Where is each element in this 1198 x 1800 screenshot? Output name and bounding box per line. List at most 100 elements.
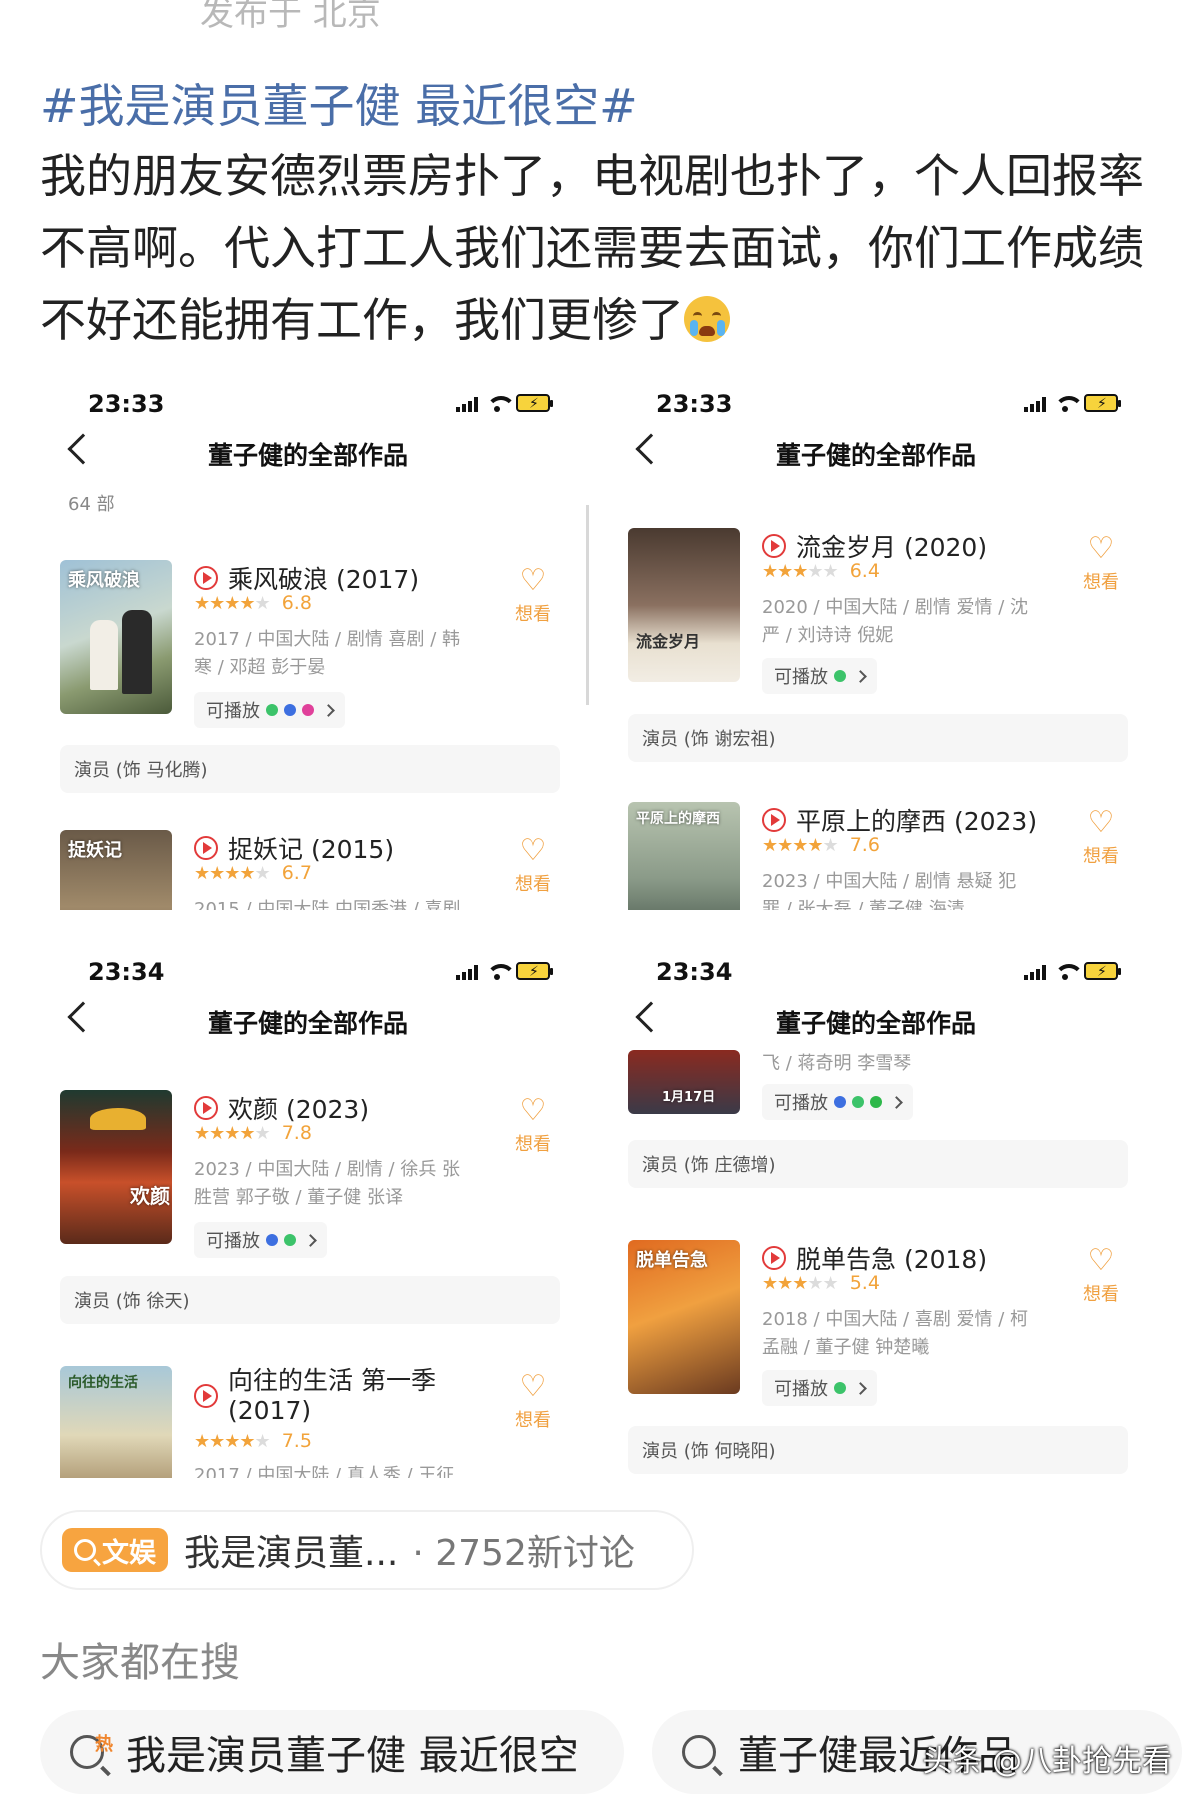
playable-button[interactable]: 可播放 (194, 692, 345, 728)
movie-meta: 2018 / 中国大陆 / 喜剧 爱情 / 柯孟融 / 董子健 钟楚曦 (762, 1309, 1029, 1358)
play-icon[interactable] (194, 836, 218, 860)
playable-button[interactable]: 可播放 (762, 658, 877, 694)
list-item[interactable]: 脱单告急 脱单告急 (2018) ★★★★★ 5.4 2018 / 中国大陆 /… (628, 1240, 1128, 1478)
screenshot-3[interactable]: 23:34 ⚡ 董子健的全部作品 欢颜 欢颜 (2023) ★★★★★ 7.8 … (38, 938, 578, 1478)
movie-title[interactable]: 脱单告急 (2018) (796, 1240, 987, 1276)
post-hashtag[interactable]: #我是演员董子健 最近很空# (40, 70, 638, 136)
movie-title[interactable]: 向往的生活 第一季 (2017) (228, 1366, 478, 1426)
title-row: 脱单告急 (2018) (762, 1240, 987, 1276)
heart-plus-icon: ♡ (1087, 531, 1115, 566)
play-icon[interactable] (762, 534, 786, 558)
movie-title[interactable]: 欢颜 (2023) (228, 1090, 369, 1126)
rating-row: ★★★★★ 6.8 (194, 592, 312, 614)
search-suggestion[interactable]: 热 我是演员董子健 最近很空 (40, 1710, 624, 1794)
poster-text: 向往的生活 (68, 1375, 138, 1391)
list-item[interactable]: 乘风破浪 乘风破浪 (2017) ★★★★★ 6.8 2017 / 中国大陆 /… (60, 560, 560, 810)
role-bar: 演员 (饰 庄德增) (628, 1140, 1128, 1188)
heart-plus-icon: ♡ (1087, 805, 1115, 840)
rating-stars: ★★★★★ (762, 1272, 839, 1294)
play-icon[interactable] (194, 566, 218, 590)
want-button[interactable]: ♡ 想看 (506, 564, 560, 626)
want-button[interactable]: ♡ 想看 (506, 834, 560, 896)
screenshot-divider (586, 505, 589, 705)
list-item[interactable]: 欢颜 欢颜 (2023) ★★★★★ 7.8 2023 / 中国大陆 / 剧情 … (60, 1090, 560, 1340)
movie-meta: 2017 / 中国大陆 / 剧情 喜剧 / 韩寒 / 邓超 彭于晏 (194, 629, 461, 678)
status-time: 23:34 (656, 958, 733, 986)
screenshot-1[interactable]: 23:33 ⚡ 董子健的全部作品 64 部 乘风破浪 乘风破浪 (2017) ★… (38, 370, 578, 910)
platform-icon (266, 1234, 278, 1246)
playable-button[interactable]: 可播放 (762, 1370, 877, 1406)
rating-row: ★★★★★ 7.5 (194, 1430, 312, 1452)
role-bar: 演员 (饰 马化腾) (60, 745, 560, 793)
platform-icon (834, 1382, 846, 1394)
platform-icon (266, 704, 278, 716)
role-bar: 演员 (饰 徐天) (60, 1276, 560, 1324)
poster-image: 捉妖记 (60, 830, 172, 910)
playable-label: 可播放 (774, 667, 828, 688)
heart-plus-icon: ♡ (519, 833, 547, 868)
battery-icon: ⚡ (1084, 394, 1121, 412)
platform-icon (284, 704, 296, 716)
poster-text: 欢颜 (130, 1184, 170, 1208)
movie-title[interactable]: 捉妖记 (2015) (228, 830, 394, 866)
screenshot-4[interactable]: 23:34 ⚡ 董子健的全部作品 1月17日 飞 / 蒋奇明 李雪琴 可播放 演… (606, 938, 1146, 1478)
want-button[interactable]: ♡ 想看 (1074, 532, 1128, 594)
status-icons: ⚡ (456, 962, 553, 980)
movie-title[interactable]: 乘风破浪 (2017) (228, 560, 419, 596)
search-suggestion-text: 我是演员董子健 最近很空 (126, 1733, 579, 1779)
status-time: 23:34 (88, 958, 165, 986)
want-label: 想看 (1083, 1284, 1119, 1305)
topic-chip[interactable]: 文娱 我是演员董... · 2752新讨论 (40, 1510, 694, 1590)
playable-button[interactable]: 可播放 (194, 1222, 327, 1258)
rating-row: ★★★★★ 7.6 (762, 834, 880, 856)
page-title: 董子健的全部作品 (775, 1009, 976, 1038)
screenshot-2[interactable]: 23:33 ⚡ 董子健的全部作品 流金岁月 流金岁月 (2020) ★★★★★ … (606, 370, 1146, 910)
title-row: 捉妖记 (2015) (194, 830, 394, 866)
play-icon[interactable] (194, 1384, 218, 1408)
rating-score: 6.4 (849, 560, 880, 582)
title-row: 欢颜 (2023) (194, 1090, 369, 1126)
rating-score: 7.5 (281, 1430, 312, 1452)
heart-plus-icon: ♡ (519, 563, 547, 598)
playable-label: 可播放 (206, 1231, 260, 1252)
list-item[interactable]: 流金岁月 流金岁月 (2020) ★★★★★ 6.4 2020 / 中国大陆 /… (628, 528, 1128, 778)
want-label: 想看 (1083, 846, 1119, 867)
title-row: 流金岁月 (2020) (762, 528, 987, 564)
list-item[interactable]: 平原上的摩西 平原上的摩西 (2023) ★★★★★ 7.6 2023 / 中国… (628, 802, 1128, 910)
movie-meta: 2017 / 中国大陆 / 真人秀 / 王征 (194, 1465, 455, 1478)
platform-icon (302, 704, 314, 716)
battery-icon: ⚡ (516, 394, 553, 412)
want-label: 想看 (515, 1410, 551, 1431)
movie-title[interactable]: 平原上的摩西 (2023) (796, 802, 1037, 838)
list-item[interactable]: 捉妖记 捉妖记 (2015) ★★★★★ 6.7 2015 / 中国大陆 中国香… (60, 830, 560, 910)
status-time: 23:33 (656, 390, 733, 418)
poster-image: 脱单告急 (628, 1240, 740, 1394)
signal-icon (1024, 396, 1046, 412)
list-item[interactable]: 向往的生活 向往的生活 第一季 (2017) ★★★★★ 7.5 2017 / … (60, 1366, 560, 1478)
poster-text: 捉妖记 (68, 840, 122, 861)
play-icon[interactable] (762, 808, 786, 832)
want-button[interactable]: ♡ 想看 (1074, 1244, 1128, 1306)
want-button[interactable]: ♡ 想看 (506, 1094, 560, 1156)
list-item[interactable]: 1月17日 飞 / 蒋奇明 李雪琴 可播放 演员 (饰 庄德增) (628, 1050, 1128, 1210)
page-title: 董子健的全部作品 (775, 441, 976, 470)
rating-score: 7.8 (281, 1122, 312, 1144)
rating-score: 6.8 (281, 592, 312, 614)
rating-score: 6.7 (281, 862, 312, 884)
playable-button[interactable]: 可播放 (762, 1084, 913, 1120)
search-heading: 大家都在搜 (40, 1640, 240, 1686)
want-button[interactable]: ♡ 想看 (506, 1370, 560, 1432)
heart-plus-icon: ♡ (519, 1093, 547, 1128)
want-button[interactable]: ♡ 想看 (1074, 806, 1128, 868)
topic-title: 我是演员董... (184, 1533, 399, 1574)
platform-icon (284, 1234, 296, 1246)
want-label: 想看 (515, 604, 551, 625)
play-icon[interactable] (194, 1096, 218, 1120)
wifi-icon (1054, 396, 1084, 412)
chevron-right-icon (890, 1095, 903, 1109)
page-title: 董子健的全部作品 (207, 441, 408, 470)
play-icon[interactable] (762, 1246, 786, 1270)
poster-image: 平原上的摩西 (628, 802, 740, 910)
movie-title[interactable]: 流金岁月 (2020) (796, 528, 987, 564)
topic-badge: 文娱 (62, 1528, 168, 1572)
